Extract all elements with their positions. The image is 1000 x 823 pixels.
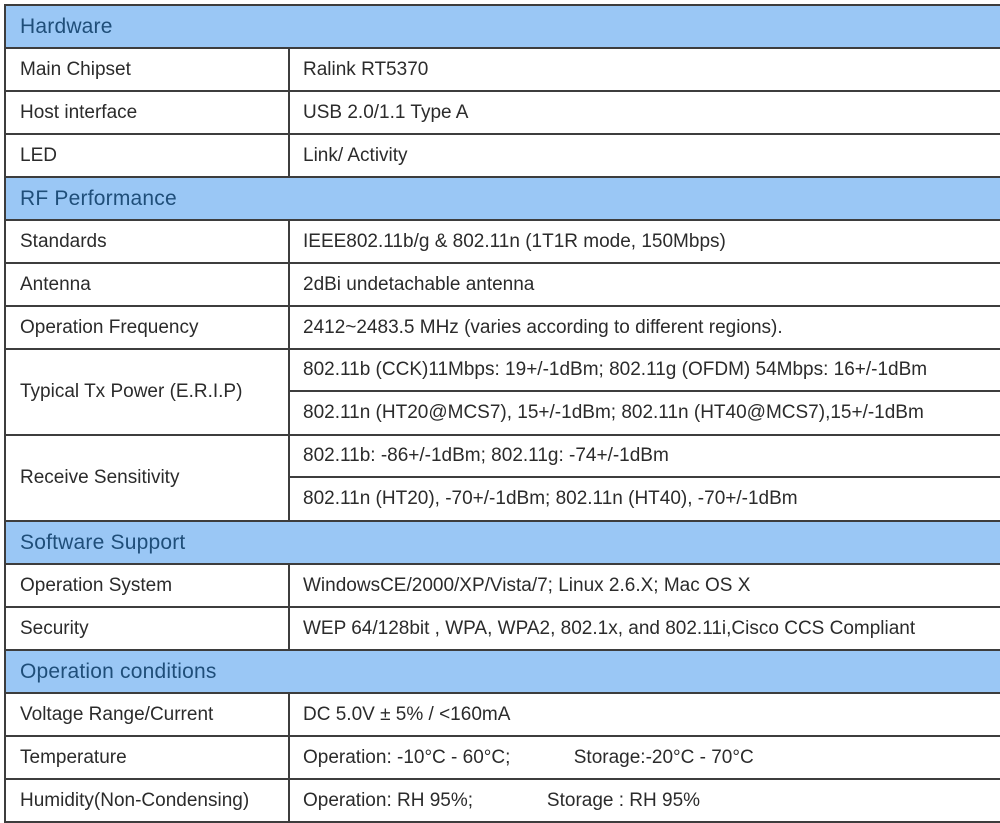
spec-label: Typical Tx Power (E.R.I.P) <box>6 350 290 434</box>
spec-value: WEP 64/128bit , WPA, WPA2, 802.1x, and 8… <box>290 608 1000 649</box>
section-title: Hardware <box>20 15 113 39</box>
table-row-led: LED Link/ Activity <box>6 135 1000 178</box>
table-row-standards: Standards IEEE802.11b/g & 802.11n (1T1R … <box>6 221 1000 264</box>
spec-label: LED <box>6 135 290 176</box>
section-header-software-support: Software Support <box>6 522 1000 565</box>
spec-label: Operation Frequency <box>6 307 290 348</box>
table-row-antenna: Antenna 2dBi undetachable antenna <box>6 264 1000 307</box>
table-row-humidity: Humidity(Non-Condensing) Operation: RH 9… <box>6 780 1000 823</box>
table-row-voltage-range-current: Voltage Range/Current DC 5.0V ± 5% / <16… <box>6 694 1000 737</box>
spec-value: Link/ Activity <box>290 135 1000 176</box>
section-title: Software Support <box>20 531 185 555</box>
spec-value: DC 5.0V ± 5% / <160mA <box>290 694 1000 735</box>
section-title: Operation conditions <box>20 660 217 684</box>
spec-label: Standards <box>6 221 290 262</box>
section-header-operation-conditions: Operation conditions <box>6 651 1000 694</box>
spec-value-group: 802.11b: -86+/-1dBm; 802.11g: -74+/-1dBm… <box>290 436 1000 520</box>
section-header-rf-performance: RF Performance <box>6 178 1000 221</box>
spec-value: 802.11b: -86+/-1dBm; 802.11g: -74+/-1dBm <box>290 436 1000 478</box>
spec-label: Security <box>6 608 290 649</box>
spec-value: 802.11n (HT20@MCS7), 15+/-1dBm; 802.11n … <box>290 392 1000 434</box>
spec-label: Antenna <box>6 264 290 305</box>
spec-label: Main Chipset <box>6 49 290 90</box>
table-row-operation-frequency: Operation Frequency 2412~2483.5 MHz (var… <box>6 307 1000 350</box>
spec-label: Voltage Range/Current <box>6 694 290 735</box>
table-row-typical-tx-power: Typical Tx Power (E.R.I.P) 802.11b (CCK)… <box>6 350 1000 436</box>
spec-label: Receive Sensitivity <box>6 436 290 520</box>
spec-table: Hardware Main Chipset Ralink RT5370 Host… <box>4 4 1000 823</box>
spec-value: 802.11b (CCK)11Mbps: 19+/-1dBm; 802.11g … <box>290 350 1000 392</box>
table-row-main-chipset: Main Chipset Ralink RT5370 <box>6 49 1000 92</box>
spec-value: 2dBi undetachable antenna <box>290 264 1000 305</box>
section-header-hardware: Hardware <box>6 6 1000 49</box>
table-row-security: Security WEP 64/128bit , WPA, WPA2, 802.… <box>6 608 1000 651</box>
spec-value: IEEE802.11b/g & 802.11n (1T1R mode, 150M… <box>290 221 1000 262</box>
spec-value: WindowsCE/2000/XP/Vista/7; Linux 2.6.X; … <box>290 565 1000 606</box>
spec-value: Operation: RH 95%; Storage : RH 95% <box>290 780 1000 821</box>
spec-label: Humidity(Non-Condensing) <box>6 780 290 821</box>
spec-label: Host interface <box>6 92 290 133</box>
table-row-receive-sensitivity: Receive Sensitivity 802.11b: -86+/-1dBm;… <box>6 436 1000 522</box>
spec-value-group: 802.11b (CCK)11Mbps: 19+/-1dBm; 802.11g … <box>290 350 1000 434</box>
spec-label: Operation System <box>6 565 290 606</box>
table-row-operation-system: Operation System WindowsCE/2000/XP/Vista… <box>6 565 1000 608</box>
spec-value: 2412~2483.5 MHz (varies according to dif… <box>290 307 1000 348</box>
section-title: RF Performance <box>20 187 177 211</box>
spec-value: Ralink RT5370 <box>290 49 1000 90</box>
spec-value: 802.11n (HT20), -70+/-1dBm; 802.11n (HT4… <box>290 478 1000 520</box>
spec-value: USB 2.0/1.1 Type A <box>290 92 1000 133</box>
table-row-host-interface: Host interface USB 2.0/1.1 Type A <box>6 92 1000 135</box>
spec-value: Operation: -10°C - 60°C; Storage:-20°C -… <box>290 737 1000 778</box>
spec-label: Temperature <box>6 737 290 778</box>
table-row-temperature: Temperature Operation: -10°C - 60°C; Sto… <box>6 737 1000 780</box>
